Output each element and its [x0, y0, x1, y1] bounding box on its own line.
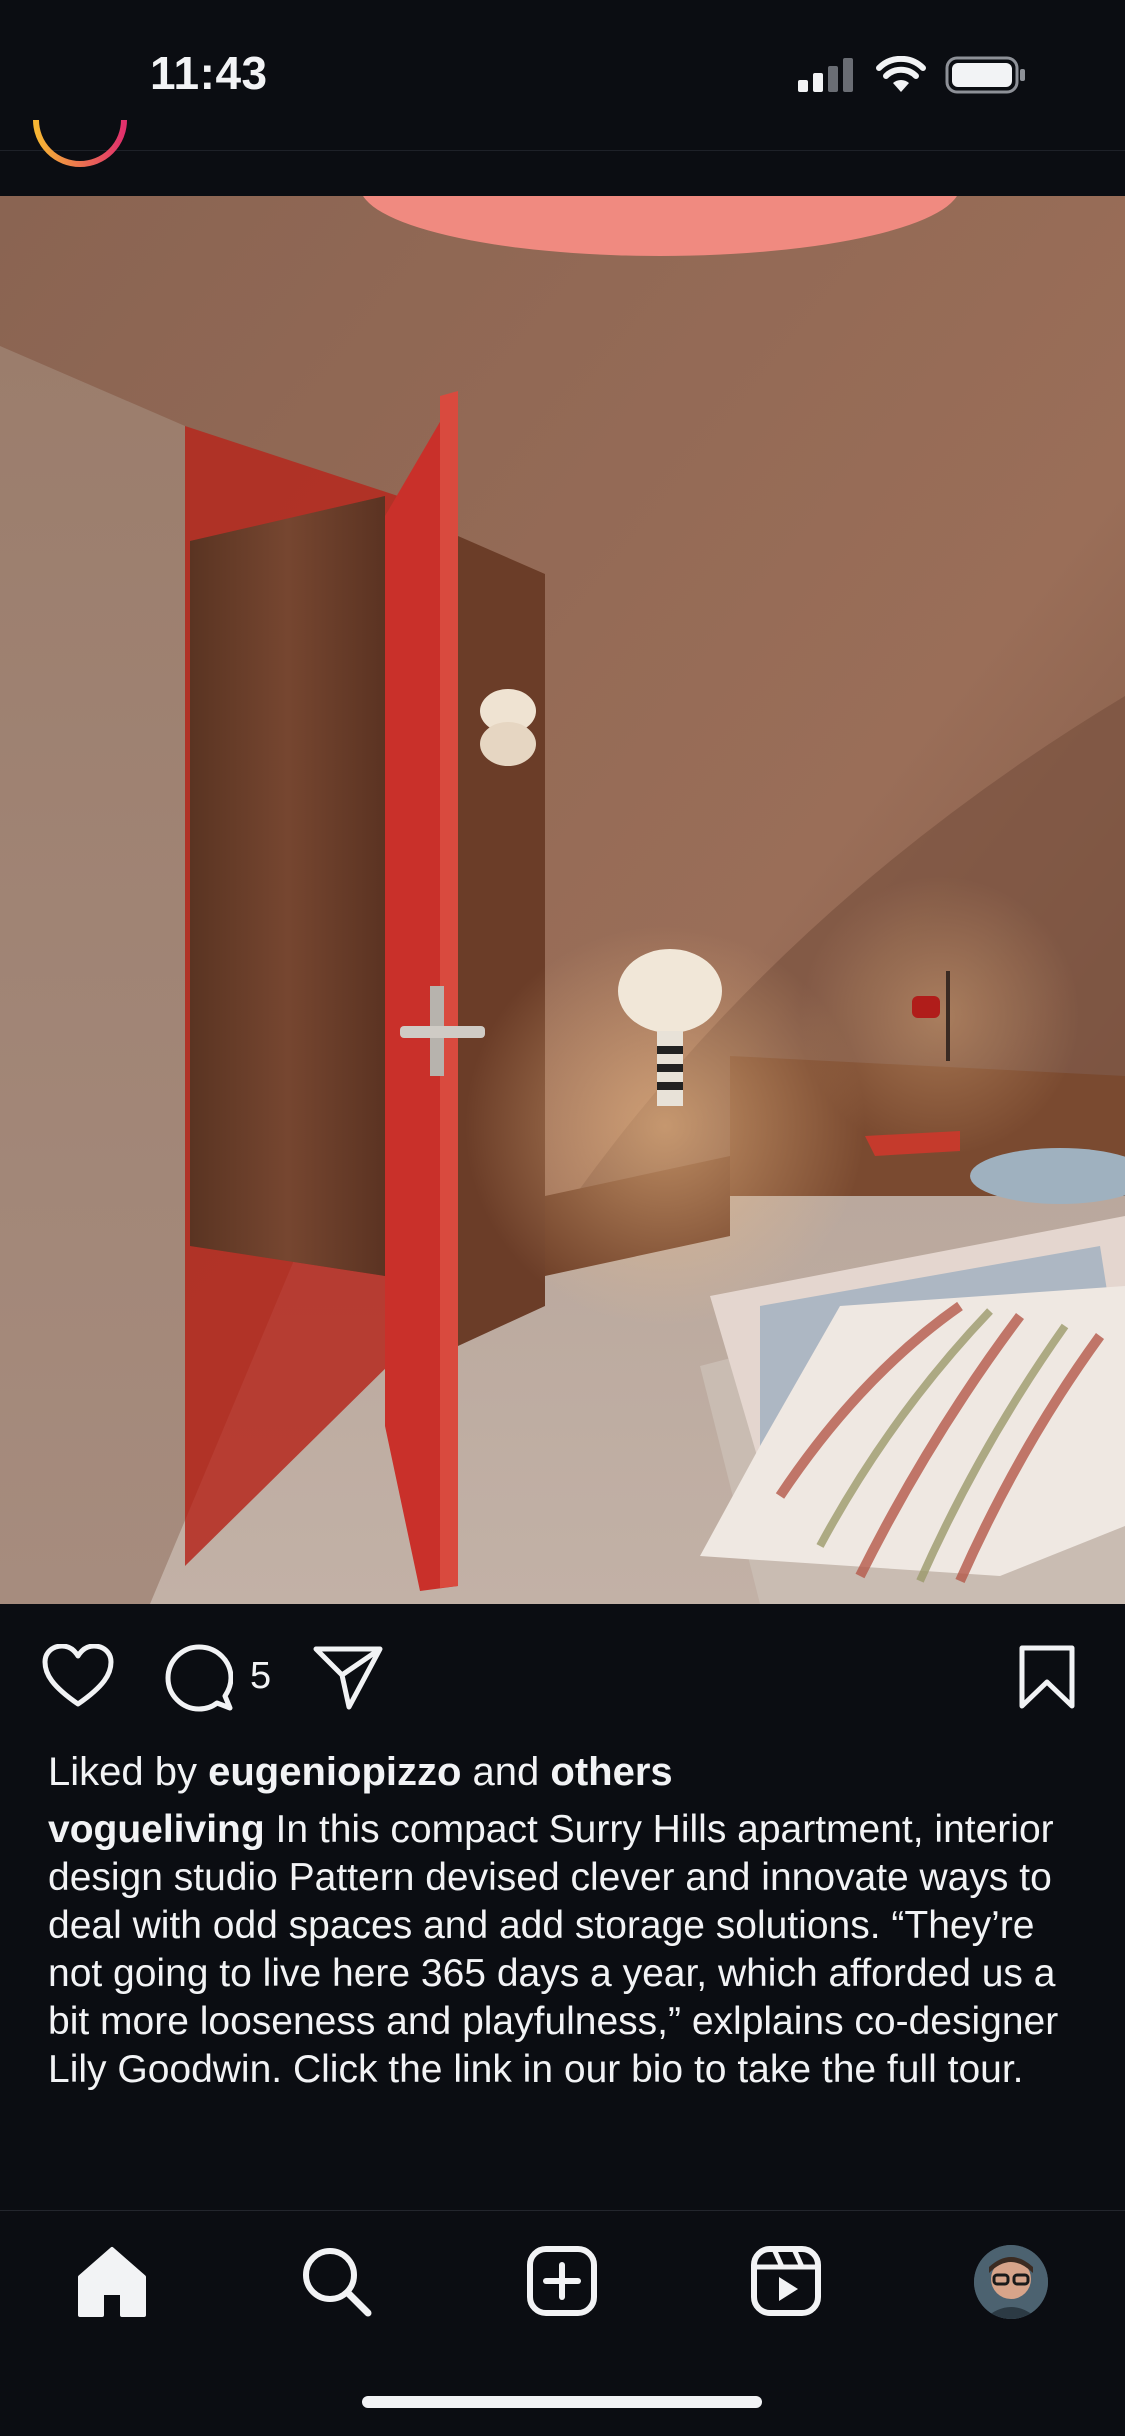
liked-by-prefix: Liked by [48, 1750, 209, 1794]
liked-by-mid: and [461, 1750, 551, 1794]
bottom-tab-bar [0, 2210, 1125, 2351]
liked-by-user[interactable]: eugeniopizzo [208, 1750, 461, 1794]
reels-icon[interactable] [746, 2241, 826, 2321]
post-caption: vogueliving In this compact Surry Hills … [48, 1806, 1088, 2094]
liked-by-others[interactable]: others [550, 1750, 672, 1794]
status-time: 11:43 [150, 47, 268, 99]
caption-username[interactable]: vogueliving [48, 1808, 265, 1851]
comment-icon[interactable] [165, 1644, 233, 1712]
battery-icon [945, 56, 1025, 94]
bookmark-icon[interactable] [1018, 1644, 1076, 1710]
home-icon[interactable] [72, 2241, 152, 2321]
comment-count[interactable]: 5 [250, 1655, 271, 1698]
status-bar: 11:43 [0, 0, 1125, 150]
cellular-signal-icon [798, 58, 853, 92]
search-icon[interactable] [296, 2241, 376, 2321]
wifi-icon [876, 56, 926, 92]
send-icon[interactable] [313, 1644, 383, 1710]
feed-header-strip [0, 150, 1125, 197]
profile-avatar[interactable] [974, 2245, 1048, 2319]
liked-by-line[interactable]: Liked by eugeniopizzo and others [48, 1750, 1088, 1795]
home-indicator[interactable] [362, 2396, 762, 2408]
avatar-photo [974, 2245, 1048, 2319]
story-ring-avatar[interactable] [30, 120, 130, 178]
post-image-illustration [0, 196, 1125, 1604]
create-icon[interactable] [522, 2241, 602, 2321]
post-action-bar [0, 1604, 1125, 1744]
heart-icon[interactable] [42, 1644, 114, 1708]
post-image[interactable] [0, 196, 1125, 1604]
